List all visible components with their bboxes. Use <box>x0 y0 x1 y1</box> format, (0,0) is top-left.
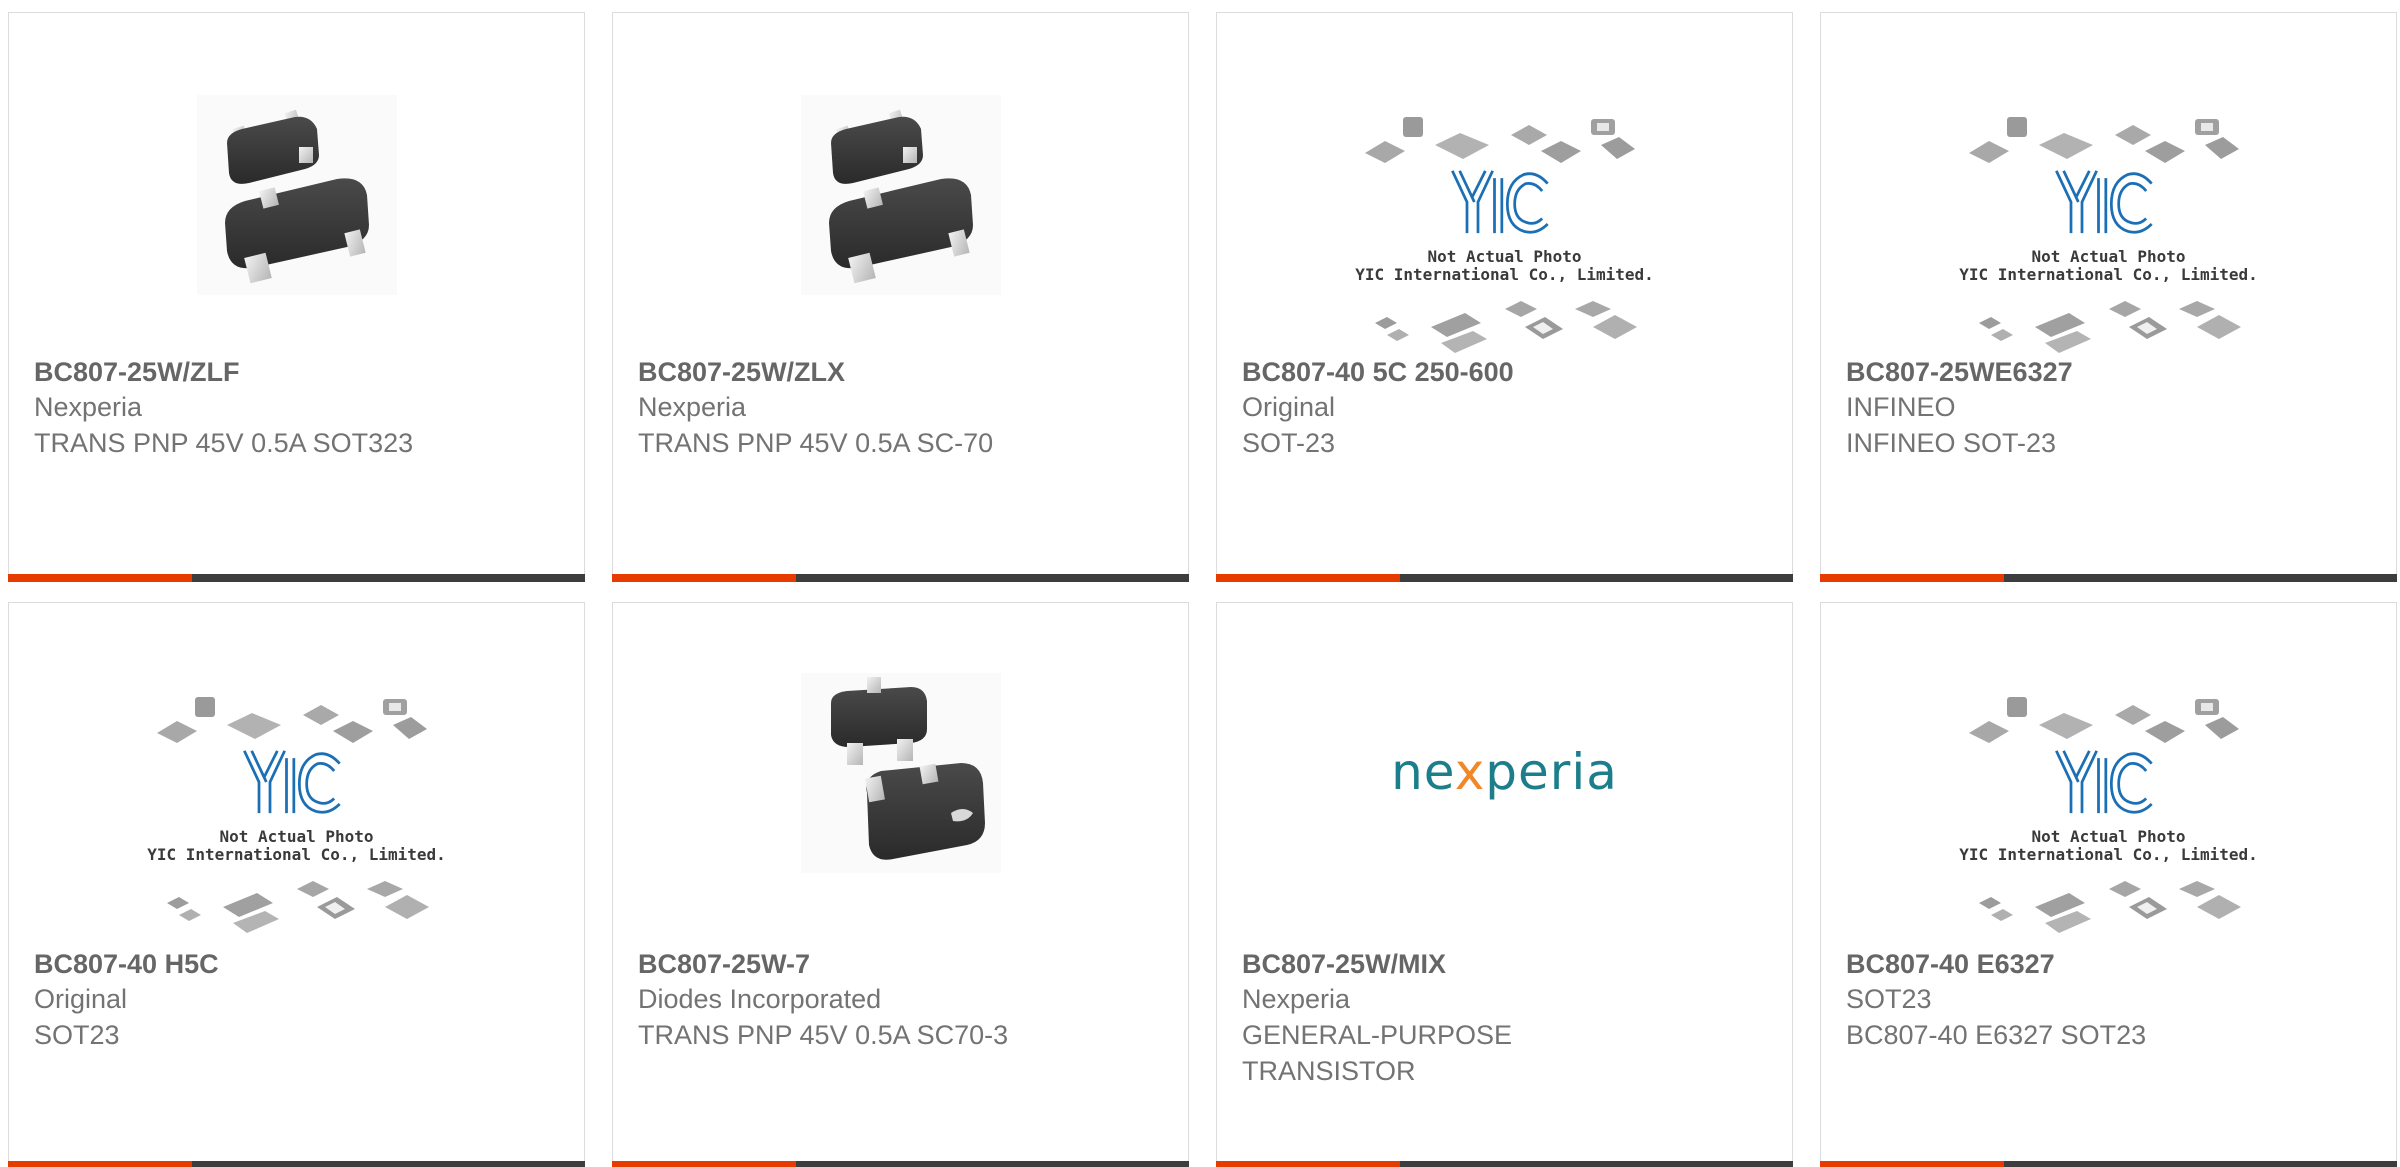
manufacturer: Original <box>34 984 128 1014</box>
product-card[interactable]: nexperia BC807-25W/MIX Nexperia GENERAL-… <box>1216 602 1793 1167</box>
card-footer-bar <box>1820 574 2397 582</box>
product-card[interactable]: BC807-25W/ZLX Nexperia TRANS PNP 45V 0.5… <box>612 12 1189 582</box>
product-grid: BC807-25W/ZLF Nexperia TRANS PNP 45V 0.5… <box>0 0 2400 1167</box>
part-number[interactable]: BC807-40 5C 250-600 <box>1242 355 1772 389</box>
manufacturer: SOT23 <box>1846 984 1932 1014</box>
yic-logo-icon <box>1450 169 1550 235</box>
part-number[interactable]: BC807-25W-7 <box>638 947 1168 981</box>
part-number[interactable]: BC807-25W/ZLX <box>638 355 1168 389</box>
nexperia-logo: nexperia <box>1217 653 1792 893</box>
part-number[interactable]: BC807-25WE6327 <box>1846 355 2376 389</box>
placeholder-caption: Not Actual Photo YIC International Co., … <box>147 827 446 864</box>
product-card[interactable]: Not Actual Photo YIC International Co., … <box>8 602 585 1167</box>
manufacturer: Diodes Incorporated <box>638 984 882 1014</box>
description: TRANS PNP 45V 0.5A SC-70 <box>638 428 994 458</box>
description: INFINEO SOT-23 <box>1846 428 2057 458</box>
yic-logo-icon <box>2054 749 2154 815</box>
card-footer-bar <box>8 574 585 582</box>
sot323-chip-icon <box>197 95 397 295</box>
yic-logo-icon <box>242 749 342 815</box>
description: TRANS PNP 45V 0.5A SOT323 <box>34 428 414 458</box>
card-footer-bar <box>1216 1161 1793 1167</box>
yic-placeholder-image: Not Actual Photo YIC International Co., … <box>9 653 584 933</box>
card-footer-bar <box>1216 574 1793 582</box>
yic-logo-icon <box>2054 169 2154 235</box>
description: TRANS PNP 45V 0.5A SC70-3 <box>638 1020 1009 1050</box>
sot323-chip-icon <box>801 95 1001 295</box>
nexperia-logo-text: nexperia <box>1391 743 1618 801</box>
product-card[interactable]: Not Actual Photo YIC International Co., … <box>1820 602 2397 1167</box>
yic-placeholder-image: Not Actual Photo YIC International Co., … <box>1821 653 2396 933</box>
part-number[interactable]: BC807-25W/ZLF <box>34 355 564 389</box>
manufacturer: INFINEO <box>1846 392 1956 422</box>
product-card[interactable]: BC807-25W/ZLF Nexperia TRANS PNP 45V 0.5… <box>8 12 585 582</box>
manufacturer: Original <box>1242 392 1336 422</box>
placeholder-caption: Not Actual Photo YIC International Co., … <box>1959 247 2258 284</box>
placeholder-caption: Not Actual Photo YIC International Co., … <box>1355 247 1654 284</box>
sc70-chip-icon <box>801 673 1001 873</box>
product-card[interactable]: Not Actual Photo YIC International Co., … <box>1820 12 2397 582</box>
card-footer-bar <box>1820 1161 2397 1167</box>
product-card[interactable]: Not Actual Photo YIC International Co., … <box>1216 12 1793 582</box>
yic-placeholder-image: Not Actual Photo YIC International Co., … <box>1821 73 2396 353</box>
placeholder-caption: Not Actual Photo YIC International Co., … <box>1959 827 2258 864</box>
description: SOT23 <box>34 1020 120 1050</box>
part-number[interactable]: BC807-25W/MIX <box>1242 947 1772 981</box>
card-footer-bar <box>8 1161 585 1167</box>
card-footer-bar <box>612 574 1189 582</box>
part-number[interactable]: BC807-40 E6327 <box>1846 947 2376 981</box>
description: BC807-40 E6327 SOT23 <box>1846 1020 2147 1050</box>
description: SOT-23 <box>1242 428 1336 458</box>
manufacturer: Nexperia <box>34 392 143 422</box>
card-footer-bar <box>612 1161 1189 1167</box>
yic-placeholder-image: Not Actual Photo YIC International Co., … <box>1217 73 1792 353</box>
manufacturer: Nexperia <box>1242 984 1351 1014</box>
description: GENERAL-PURPOSE TRANSISTOR <box>1242 1020 1513 1086</box>
part-number[interactable]: BC807-40 H5C <box>34 947 564 981</box>
product-card[interactable]: BC807-25W-7 Diodes Incorporated TRANS PN… <box>612 602 1189 1167</box>
manufacturer: Nexperia <box>638 392 747 422</box>
